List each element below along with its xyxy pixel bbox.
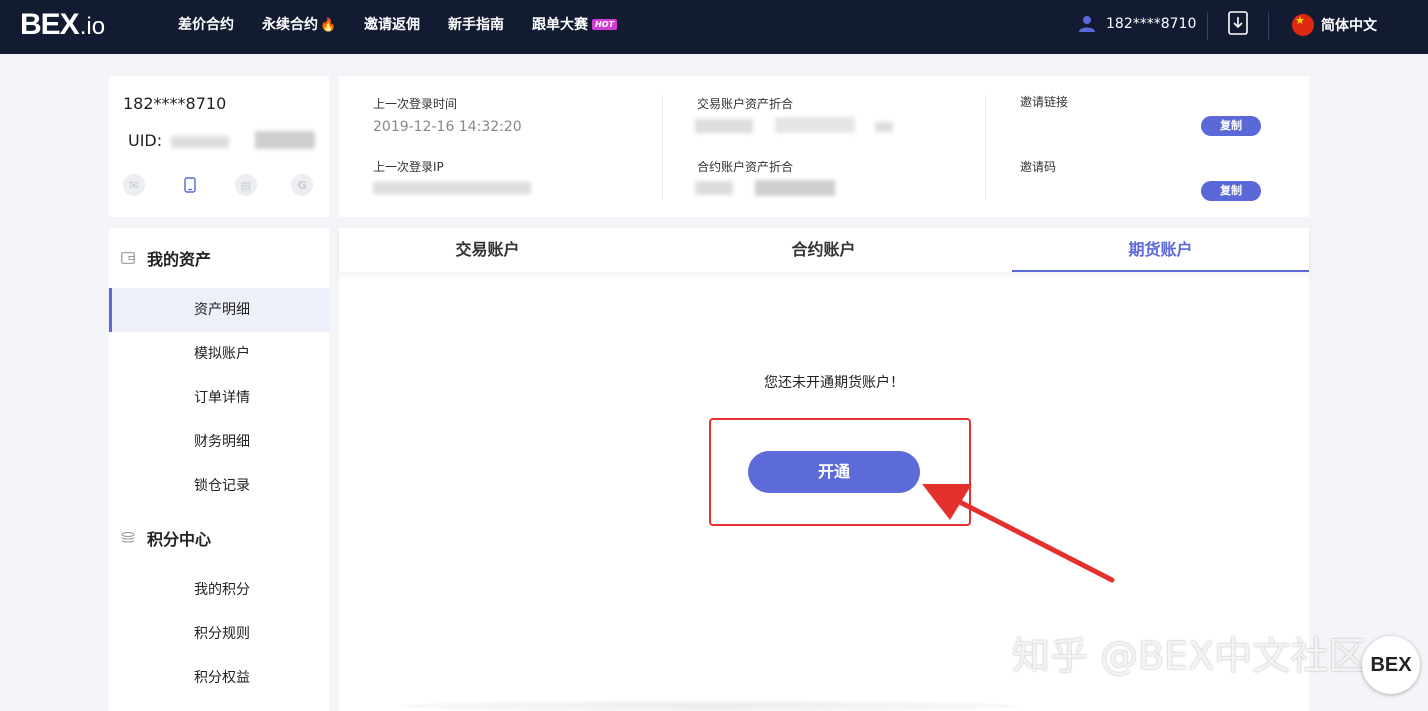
trade-assets-redacted-3: [875, 122, 893, 132]
sidebar-item-label: 我的积分: [194, 582, 250, 598]
contract-assets-redacted-2: [755, 180, 835, 196]
decorative-shadow: [400, 700, 1020, 711]
sidebar-item-asset-details[interactable]: 资产明细: [109, 288, 329, 332]
sidebar-item-label: 资产明细: [194, 302, 250, 318]
user-phone: 182****8710: [1106, 16, 1197, 32]
tab-label: 合约账户: [791, 240, 856, 259]
uid-redacted: [171, 136, 229, 148]
email-icon[interactable]: ✉: [123, 174, 145, 196]
sidebar-item-my-points[interactable]: 我的积分: [109, 568, 329, 612]
nav-cfd-label: 差价合约: [178, 17, 234, 33]
user-account[interactable]: 182****8710: [1078, 15, 1196, 33]
sidebar-item-points-rules[interactable]: 积分规则: [109, 612, 329, 656]
china-flag-icon: ★: [1292, 14, 1314, 36]
sidebar-item-label: 积分规则: [194, 626, 250, 642]
tab-contract-account[interactable]: 合约账户: [675, 228, 972, 272]
trade-assets-label: 交易账户资产折合: [697, 97, 794, 111]
profile-phone: 182****8710: [123, 94, 227, 113]
account-info-card: 上一次登录时间 2019-12-16 14:32:20 上一次登录IP 交易账户…: [339, 76, 1309, 217]
invite-link-label: 邀请链接: [1020, 95, 1069, 109]
watermark-logo: BEX: [1362, 636, 1420, 694]
tab-label: 期货账户: [1128, 240, 1193, 259]
section-my-assets: 我的资产: [109, 248, 329, 269]
copy-invite-link-button[interactable]: 复制: [1201, 116, 1261, 136]
phone-icon[interactable]: [179, 174, 201, 196]
invite-code-label: 邀请码: [1020, 160, 1057, 174]
language-selector[interactable]: ★ 简体中文: [1292, 14, 1377, 36]
empty-state-message: 您还未开通期货账户！: [764, 375, 904, 391]
last-login-time-label: 上一次登录时间: [373, 97, 458, 111]
logo-main: BEX: [20, 8, 80, 41]
user-icon: [1079, 16, 1095, 32]
bex-logo[interactable]: BEX .io: [20, 8, 105, 44]
nav-contest-label: 跟单大赛: [532, 17, 588, 33]
section-title: 积分中心: [147, 530, 212, 549]
nav-perpetual[interactable]: 永续合约 🔥: [262, 15, 336, 36]
sidebar-item-demo-account[interactable]: 模拟账户: [109, 332, 329, 376]
nav-divider: [1268, 12, 1269, 40]
google-icon[interactable]: G: [291, 174, 313, 196]
sidebar-item-points-benefits[interactable]: 积分权益: [109, 656, 329, 700]
sidebar-item-label: 财务明细: [194, 434, 250, 450]
sidebar-item-label: 订单详情: [194, 390, 250, 406]
divider: [662, 94, 663, 200]
wallet-icon: [121, 252, 135, 264]
nav-divider: [1207, 12, 1208, 40]
language-label: 简体中文: [1321, 18, 1377, 34]
uid-redacted-2: [255, 131, 315, 149]
sidebar-item-order-details[interactable]: 订单详情: [109, 376, 329, 420]
contract-assets-redacted: [695, 181, 733, 195]
copy-invite-code-button[interactable]: 复制: [1201, 181, 1261, 201]
tab-futures-account[interactable]: 期货账户: [1012, 228, 1309, 272]
divider: [985, 94, 986, 200]
trade-assets-redacted: [695, 119, 753, 133]
sidebar-menu: 我的资产 资产明细 模拟账户 订单详情 财务明细 锁仓记录 积分中心 我的积分 …: [109, 228, 329, 711]
nav-perpetual-label: 永续合约: [262, 17, 318, 33]
ip-redacted: [373, 182, 531, 194]
sidebar-item-label: 模拟账户: [194, 346, 250, 362]
nav-referral-label: 邀请返佣: [364, 17, 420, 33]
nav-guide-label: 新手指南: [448, 17, 504, 33]
account-tabs: 交易账户 合约账户 期货账户: [339, 228, 1309, 272]
nav-guide[interactable]: 新手指南: [448, 15, 504, 35]
last-login-ip-label: 上一次登录IP: [373, 160, 444, 174]
tab-label: 交易账户: [455, 240, 520, 259]
section-points-center: 积分中心: [109, 528, 329, 549]
security-icons: ✉ ▤ G: [123, 174, 317, 196]
sidebar-item-lock-records[interactable]: 锁仓记录: [109, 464, 329, 508]
profile-card: 182****8710 UID: ✉ ▤ G: [109, 76, 329, 217]
watermark-text: 知乎 @BEX中文社区: [1012, 634, 1367, 678]
sidebar-item-label: 锁仓记录: [194, 478, 250, 494]
sidebar-item-finance-details[interactable]: 财务明细: [109, 420, 329, 464]
uid-label: UID:: [128, 131, 163, 150]
sidebar-item-label: 积分权益: [194, 670, 250, 686]
logo-suffix: .io: [79, 13, 106, 40]
tab-trading-account[interactable]: 交易账户: [339, 228, 636, 272]
profile-uid: UID:: [128, 131, 162, 150]
flame-icon: 🔥: [320, 18, 337, 33]
hot-badge: HOT: [592, 19, 617, 30]
coins-icon: [121, 532, 135, 543]
nav-referral[interactable]: 邀请返佣: [364, 15, 420, 35]
download-icon[interactable]: [1228, 11, 1248, 35]
top-nav: BEX .io 差价合约 永续合约 🔥 邀请返佣 新手指南 跟单大赛 HOT 182*…: [0, 0, 1428, 54]
card-icon[interactable]: ▤: [235, 174, 257, 196]
last-login-time-value: 2019-12-16 14:32:20: [373, 119, 522, 135]
annotation-arrow-icon: [922, 484, 1115, 583]
trade-assets-redacted-2: [775, 117, 855, 133]
section-title: 我的资产: [147, 250, 212, 269]
contract-assets-label: 合约账户资产折合: [697, 160, 794, 174]
nav-cfd[interactable]: 差价合约: [178, 15, 234, 35]
nav-copy-trading-contest[interactable]: 跟单大赛 HOT: [532, 15, 617, 35]
